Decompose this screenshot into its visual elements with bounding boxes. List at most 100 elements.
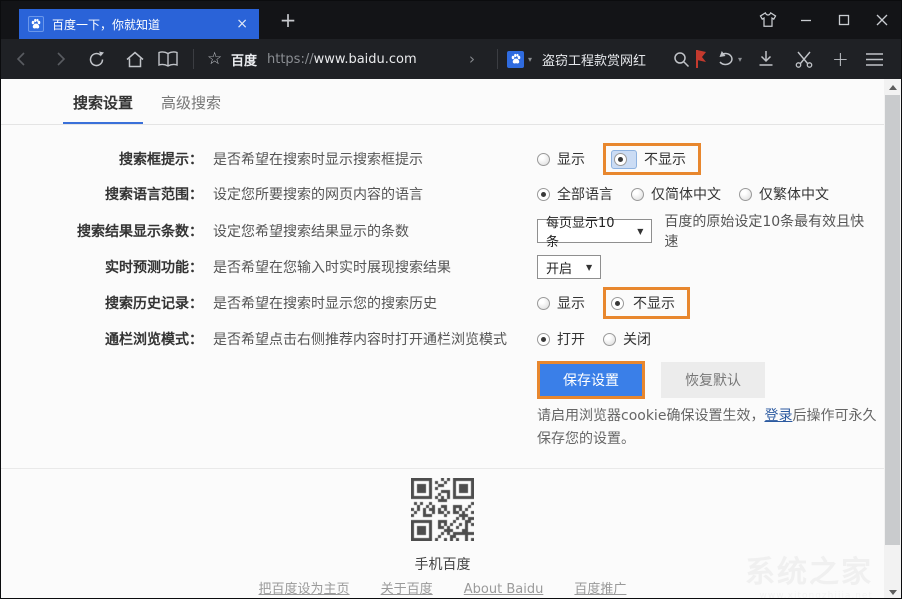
tab-search-settings[interactable]: 搜索设置 <box>73 92 133 113</box>
screenshot-scissors-icon[interactable] <box>794 39 814 79</box>
radio-option-close[interactable]: 关闭 <box>603 329 651 349</box>
setting-row-suggestions: 搜索框提示： 是否希望在搜索时显示搜索框提示 显示 不显示 <box>1 144 869 174</box>
radio-label: 仅简体中文 <box>651 184 721 204</box>
footer-link-baidu-promotion[interactable]: 百度推广 <box>574 582 626 597</box>
reading-mode-icon[interactable] <box>157 39 179 79</box>
highlight-box: 不显示 <box>603 287 690 319</box>
footer-link-about-baidu-en[interactable]: About Baidu <box>464 582 544 597</box>
tabs-divider-line <box>1 124 901 125</box>
radio-icon[interactable] <box>537 297 550 310</box>
radio-option-all-languages[interactable]: 全部语言 <box>537 184 613 204</box>
home-button[interactable] <box>125 39 145 79</box>
select-caret-icon: ▼ <box>586 263 592 272</box>
radio-icon[interactable] <box>631 188 644 201</box>
radio-label: 全部语言 <box>557 184 613 204</box>
radio-label: 关闭 <box>623 329 651 349</box>
setting-description: 是否希望在搜索时显示您的搜索历史 <box>203 293 537 313</box>
browser-tab[interactable]: 百度一下，你就知道 × <box>19 9 259 39</box>
setting-label: 搜索语言范围： <box>1 184 203 204</box>
footer-link-about-baidu-cn[interactable]: 关于百度 <box>381 582 433 597</box>
close-window-button[interactable] <box>863 1 901 39</box>
save-settings-button[interactable]: 保存设置 <box>537 361 645 399</box>
setting-description: 设定您希望搜索结果显示的条数 <box>203 221 537 241</box>
radio-icon-checked[interactable] <box>537 333 550 346</box>
add-extension-icon[interactable]: + <box>832 39 849 79</box>
results-per-page-select[interactable]: 每页显示10条 ▼ <box>537 219 652 243</box>
undo-close-tab-button[interactable] <box>717 39 736 79</box>
radio-icon-checked[interactable] <box>537 188 550 201</box>
footer-link-set-homepage[interactable]: 把百度设为主页 <box>259 582 350 597</box>
setting-description: 是否希望在搜索时显示搜索框提示 <box>203 149 537 169</box>
watermark-subtext: www.xitongzhijia.net <box>745 591 873 599</box>
radio-option-traditional[interactable]: 仅繁体中文 <box>739 184 829 204</box>
minimize-button[interactable] <box>787 1 825 39</box>
tab-close-icon[interactable]: × <box>234 16 250 32</box>
scrollbar-thumb[interactable] <box>885 95 900 545</box>
note-text: 请启用浏览器cookie确保设置生效， <box>537 408 764 424</box>
favorite-star-icon[interactable]: ☆ <box>207 39 222 79</box>
watermark-text: 系统之家 <box>745 555 873 590</box>
radio-option-show[interactable]: 显示 <box>537 293 585 313</box>
setting-label: 搜索结果显示条数： <box>1 221 203 241</box>
browser-toolbar: ☆ 百度 https://www.baidu.com › ▾ 盗窃工程款赏网红 … <box>1 39 901 79</box>
menu-icon[interactable] <box>865 39 884 79</box>
setting-label: 搜索框提示： <box>1 149 203 169</box>
radio-option-simplified[interactable]: 仅简体中文 <box>631 184 721 204</box>
scroll-up-icon[interactable] <box>884 79 901 95</box>
refresh-button[interactable] <box>87 39 106 79</box>
setting-description: 设定您所要搜索的网页内容的语言 <box>203 184 537 204</box>
baidu-hotword-icon[interactable] <box>507 39 524 79</box>
hotword-caret-icon[interactable]: ▾ <box>528 39 532 79</box>
radio-label: 显示 <box>557 293 585 313</box>
restore-defaults-button[interactable]: 恢复默认 <box>661 362 765 398</box>
select-value: 开启 <box>546 258 572 277</box>
radio-icon-checked[interactable] <box>611 297 624 310</box>
cookie-note: 请启用浏览器cookie确保设置生效，登录后操作可永久保存您的设置。 <box>537 405 887 451</box>
url-scheme: https:// <box>267 52 314 67</box>
radio-option-show[interactable]: 显示 <box>537 149 585 169</box>
url-overflow-chevron-icon[interactable]: › <box>469 39 475 79</box>
radio-icon[interactable] <box>537 153 550 166</box>
tab-title: 百度一下，你就知道 <box>52 16 234 33</box>
setting-row-prediction: 实时预测功能： 是否希望在您输入时实时展现搜索结果 开启 ▼ <box>1 252 869 282</box>
radio-option-open[interactable]: 打开 <box>537 329 585 349</box>
scroll-down-icon[interactable] <box>884 584 901 599</box>
login-link[interactable]: 登录 <box>764 408 792 424</box>
vertical-scrollbar[interactable] <box>884 79 901 599</box>
download-icon[interactable] <box>757 39 775 79</box>
results-hint-text: 百度的原始设定10条最有效且快速 <box>664 211 869 251</box>
forward-button[interactable] <box>51 39 69 79</box>
radio-icon-checked[interactable] <box>614 153 627 166</box>
setting-row-language: 搜索语言范围： 设定您所要搜索的网页内容的语言 全部语言 仅简体中文 仅繁体中文 <box>1 179 869 209</box>
theme-skin-button[interactable] <box>749 1 787 39</box>
page-content: 搜索设置 高级搜索 搜索框提示： 是否希望在搜索时显示搜索框提示 显示 不显示 <box>1 79 901 599</box>
url-field[interactable]: https://www.baidu.com <box>267 39 417 79</box>
footer-divider-line <box>1 468 901 469</box>
setting-description: 是否希望在您输入时实时展现搜索结果 <box>203 257 537 277</box>
browser-tab-bar: 百度一下，你就知道 × + <box>1 1 901 39</box>
buttons-row: 保存设置 恢复默认 <box>537 361 765 399</box>
site-name-label[interactable]: 百度 <box>231 39 257 79</box>
ribbon-flag-icon[interactable] <box>695 39 708 79</box>
radio-label: 显示 <box>557 149 585 169</box>
back-button[interactable] <box>13 39 31 79</box>
setting-label: 通栏浏览模式： <box>1 329 203 349</box>
maximize-button[interactable] <box>825 1 863 39</box>
radio-icon[interactable] <box>739 188 752 201</box>
radio-option-hide[interactable]: 不显示 <box>611 293 675 313</box>
search-icon[interactable] <box>673 39 690 79</box>
tab-advanced-search[interactable]: 高级搜索 <box>161 92 221 113</box>
toolbar-divider <box>497 49 498 69</box>
prediction-select[interactable]: 开启 ▼ <box>537 255 601 279</box>
new-tab-button[interactable]: + <box>277 8 299 32</box>
radio-label: 不显示 <box>633 293 675 313</box>
radio-icon[interactable] <box>603 333 616 346</box>
hot-search-text[interactable]: 盗窃工程款赏网红 <box>542 39 646 79</box>
url-host: www.baidu.com <box>314 52 417 67</box>
undo-caret-icon[interactable]: ▾ <box>738 39 742 79</box>
radio-option-hide[interactable]: 不显示 <box>611 149 686 169</box>
browser-window: 百度一下，你就知道 × + <box>0 0 902 599</box>
setting-description: 是否希望点击右侧推荐内容时打开通栏浏览模式 <box>203 329 537 349</box>
qr-code <box>411 478 474 541</box>
setting-row-results-count: 搜索结果显示条数： 设定您希望搜索结果显示的条数 每页显示10条 ▼ 百度的原始… <box>1 216 869 246</box>
